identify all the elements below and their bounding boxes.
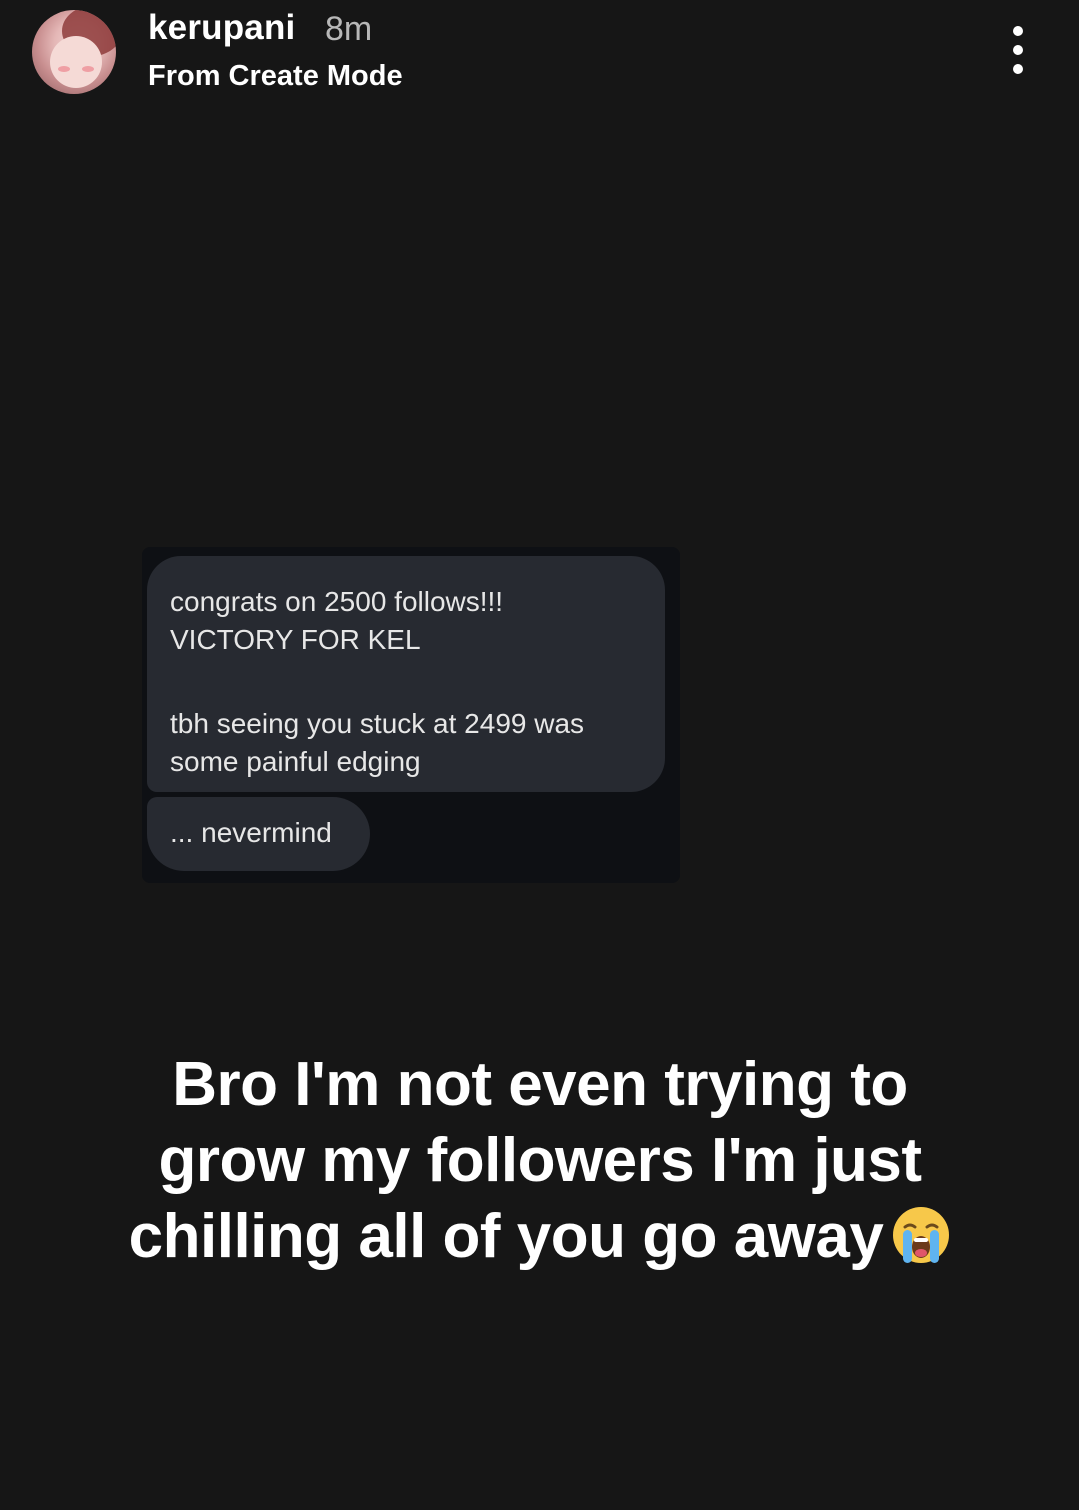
- avatar-cheek: [58, 66, 70, 72]
- story-caption: Bro I'm not even trying to grow my follo…: [40, 1047, 1040, 1275]
- more-dot-icon: [1013, 45, 1023, 55]
- avatar-cheek: [82, 66, 94, 72]
- caption-line-with-emoji: chilling all of you go away: [40, 1199, 1040, 1275]
- message-line: congrats on 2500 follows!!!: [170, 586, 504, 617]
- story-header: kerupani 8m From Create Mode: [0, 0, 1079, 120]
- caption-line: grow my followers I'm just: [158, 1126, 922, 1195]
- story-subtitle[interactable]: From Create Mode: [148, 60, 403, 93]
- message-line: some painful edging: [170, 746, 421, 777]
- message-line: VICTORY FOR KEL: [170, 624, 421, 655]
- more-dot-icon: [1013, 26, 1023, 36]
- avatar[interactable]: [32, 10, 116, 94]
- post-time: 8m: [325, 10, 373, 48]
- more-options-button[interactable]: [1000, 22, 1036, 78]
- loudly-crying-face-icon: [893, 1207, 950, 1263]
- avatar-face: [50, 36, 102, 88]
- message-line: ... nevermind: [170, 817, 332, 848]
- message-line: tbh seeing you stuck at 2499 was: [170, 708, 585, 739]
- username[interactable]: kerupani: [148, 8, 295, 48]
- more-dot-icon: [1013, 64, 1023, 74]
- caption-text: chilling all of you go away: [128, 1202, 884, 1271]
- caption-line: Bro I'm not even trying to: [172, 1050, 908, 1119]
- message-bubble: congrats on 2500 follows!!! VICTORY FOR …: [147, 556, 665, 792]
- dm-screenshot: congrats on 2500 follows!!! VICTORY FOR …: [142, 547, 680, 883]
- message-bubble-followup: ... nevermind: [147, 797, 370, 871]
